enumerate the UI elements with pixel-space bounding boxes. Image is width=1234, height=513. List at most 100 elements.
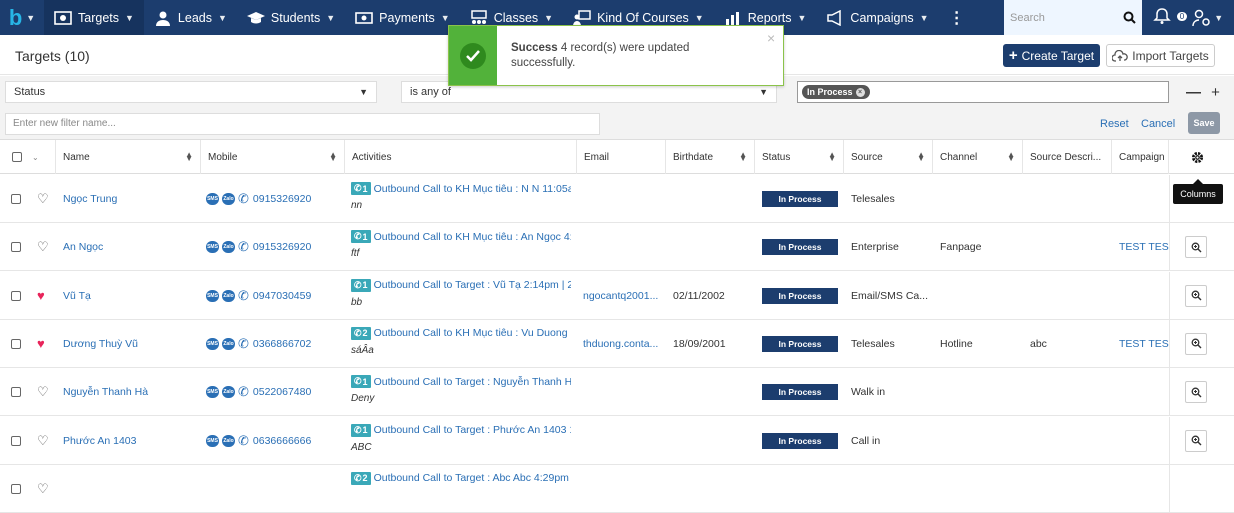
table-row[interactable]: ♥ Dương Thuỳ Vũ SMS Zalo ✆ 0366866702 ✆ 2 Outbou… xyxy=(0,319,1234,368)
email-link[interactable]: ngocantq2001... xyxy=(583,272,658,320)
more-menu-button[interactable]: ⋮ xyxy=(939,0,975,35)
column-header-status[interactable]: Status ▲ ▼ xyxy=(755,140,844,174)
activity-summary[interactable]: ✆ 1 Outbound Call to Target : Phước An 140… xyxy=(351,423,571,437)
nav-students[interactable]: Students ▼ xyxy=(237,0,345,35)
filter-tag[interactable]: In Process × xyxy=(802,85,870,99)
table-row[interactable]: ♡ Nguyễn Thanh Hà SMS Zalo ✆ 0522067480 ✆ 1 Outb… xyxy=(0,368,1234,417)
campaign-link[interactable]: TEST TEST xyxy=(1119,223,1169,271)
columns-settings-button[interactable] xyxy=(1169,140,1226,174)
activity-summary[interactable]: ✆ 2 Outbound Call to KH Mục tiêu : Vu Duon… xyxy=(351,326,571,340)
column-header-source[interactable]: Source ▲ ▼ xyxy=(844,140,933,174)
sms-icon[interactable]: SMS xyxy=(206,434,219,447)
view-details-button[interactable] xyxy=(1185,284,1207,307)
heart-outline-icon[interactable]: ♡ xyxy=(37,239,49,255)
table-row[interactable]: ♡ Ngọc Trung SMS Zalo ✆ 0915326920 ✆ 1 Outbound … xyxy=(0,175,1234,223)
heart-outline-icon[interactable]: ♡ xyxy=(37,481,49,497)
view-details-button[interactable] xyxy=(1185,429,1207,452)
column-header-source-description[interactable]: Source Descri... xyxy=(1023,140,1112,174)
mobile-number-link[interactable]: 0522067480 xyxy=(253,386,311,398)
create-target-button[interactable]: + Create Target xyxy=(1003,44,1100,67)
activity-summary[interactable]: ✆ 1 Outbound Call to KH Mục tiêu : N N 11:… xyxy=(351,182,571,195)
phone-icon[interactable]: ✆ xyxy=(238,384,249,400)
heart-filled-icon[interactable]: ♥ xyxy=(37,336,45,351)
row-checkbox[interactable] xyxy=(11,483,21,494)
cancel-link[interactable]: Cancel xyxy=(1141,118,1175,130)
column-header-channel[interactable]: Channel ▲ ▼ xyxy=(933,140,1023,174)
phone-icon[interactable]: ✆ xyxy=(238,433,249,449)
table-row[interactable]: ♡ Phước An 1403 SMS Zalo ✆ 0636666666 ✆ 1 Outbou… xyxy=(0,416,1234,465)
mobile-number-link[interactable]: 0915326920 xyxy=(253,241,311,253)
heart-outline-icon[interactable]: ♡ xyxy=(37,433,49,449)
chevron-down-icon[interactable]: ⌄ xyxy=(32,153,39,162)
column-header-activities[interactable]: Activities xyxy=(345,140,577,174)
search-input[interactable]: Search xyxy=(1004,0,1142,35)
row-checkbox[interactable] xyxy=(11,242,21,253)
table-row[interactable]: ♡ An Ngọc SMS Zalo ✆ 0915326920 ✆ 1 Outbound Cal… xyxy=(0,223,1234,272)
phone-icon[interactable]: ✆ xyxy=(238,288,249,304)
activity-summary[interactable]: ✆ 2 Outbound Call to Target : Abc Abc 4:29… xyxy=(351,471,571,485)
sms-icon[interactable]: SMS xyxy=(206,337,219,350)
app-logo[interactable]: b ▼ xyxy=(0,0,44,35)
zalo-icon[interactable]: Zalo xyxy=(222,289,235,302)
activity-summary[interactable]: ✆ 1 Outbound Call to KH Mục tiêu : An Ngọc… xyxy=(351,230,571,244)
nav-leads[interactable]: Leads ▼ xyxy=(144,0,237,35)
mobile-number-link[interactable]: 0915326920 xyxy=(253,193,311,205)
import-targets-button[interactable]: Import Targets xyxy=(1106,44,1215,67)
target-name-link[interactable]: Phước An 1403 xyxy=(63,417,136,465)
select-all-checkbox[interactable] xyxy=(12,152,22,162)
heart-filled-icon[interactable]: ♥ xyxy=(37,288,45,303)
zalo-icon[interactable]: Zalo xyxy=(222,241,235,254)
row-checkbox[interactable] xyxy=(11,290,21,301)
column-header-campaign[interactable]: Campaign xyxy=(1112,140,1169,174)
campaign-link[interactable]: TEST TEST xyxy=(1119,320,1169,368)
nav-payments[interactable]: Payments ▼ xyxy=(345,0,460,35)
sms-icon[interactable]: SMS xyxy=(206,386,219,399)
target-name-link[interactable]: Nguyễn Thanh Hà xyxy=(63,368,148,416)
row-checkbox[interactable] xyxy=(11,435,21,446)
view-details-button[interactable] xyxy=(1185,236,1207,259)
row-checkbox[interactable] xyxy=(11,387,21,398)
heart-outline-icon[interactable]: ♡ xyxy=(37,384,49,400)
column-header-birthdate[interactable]: Birthdate ▲ ▼ xyxy=(666,140,755,174)
mobile-number-link[interactable]: 0947030459 xyxy=(253,290,311,302)
remove-tag-icon[interactable]: × xyxy=(855,87,865,97)
add-condition-button[interactable]: + xyxy=(1211,84,1220,101)
nav-campaigns[interactable]: Campaigns ▼ xyxy=(816,0,938,35)
filter-name-input[interactable]: Enter new filter name... xyxy=(5,113,600,135)
activity-summary[interactable]: ✆ 1 Outbound Call to Target : Vũ Tạ 2:14pm… xyxy=(351,278,571,292)
target-name-link[interactable]: Vũ Tạ xyxy=(63,272,91,320)
activity-summary[interactable]: ✆ 1 Outbound Call to Target : Nguyễn Thanh… xyxy=(351,375,571,389)
row-checkbox[interactable] xyxy=(11,194,21,204)
sms-icon[interactable]: SMS xyxy=(206,241,219,254)
phone-icon[interactable]: ✆ xyxy=(238,239,249,255)
heart-outline-icon[interactable]: ♡ xyxy=(37,191,49,207)
remove-condition-button[interactable]: — xyxy=(1186,84,1201,101)
column-header-name[interactable]: Name ▲ ▼ xyxy=(56,140,201,174)
zalo-icon[interactable]: Zalo xyxy=(222,386,235,399)
column-header-mobile[interactable]: Mobile ▲ ▼ xyxy=(201,140,345,174)
nav-targets[interactable]: Targets ▼ xyxy=(44,0,144,35)
zalo-icon[interactable]: Zalo xyxy=(222,434,235,447)
target-name-link[interactable]: Dương Thuỳ Vũ xyxy=(63,320,138,368)
view-details-button[interactable] xyxy=(1185,332,1207,355)
phone-icon[interactable]: ✆ xyxy=(238,336,249,352)
email-link[interactable]: thduong.conta... xyxy=(583,320,658,368)
sms-icon[interactable]: SMS xyxy=(206,289,219,302)
mobile-number-link[interactable]: 0366866702 xyxy=(253,338,311,350)
phone-icon[interactable]: ✆ xyxy=(238,191,249,207)
target-name-link[interactable]: An Ngọc xyxy=(63,223,103,271)
table-row[interactable]: ♥ Vũ Tạ SMS Zalo ✆ 0947030459 ✆ 1 Outbound Call … xyxy=(0,271,1234,320)
user-settings-button[interactable]: ▼ xyxy=(1192,9,1223,27)
sms-icon[interactable]: SMS xyxy=(206,193,219,205)
zalo-icon[interactable]: Zalo xyxy=(222,337,235,350)
close-toast-icon[interactable]: × xyxy=(767,30,775,46)
filter-field-select[interactable]: Status ▼ xyxy=(5,81,377,103)
notification-button[interactable]: 0 xyxy=(1152,7,1189,28)
save-filter-button[interactable]: Save xyxy=(1188,112,1220,134)
filter-value-input[interactable]: In Process × xyxy=(797,81,1169,103)
column-header-email[interactable]: Email xyxy=(577,140,666,174)
mobile-number-link[interactable]: 0636666666 xyxy=(253,435,311,447)
reset-link[interactable]: Reset xyxy=(1100,118,1129,130)
table-row[interactable]: ♡ ✆ 2 Outbound Call to Target : Abc Abc 4:2… xyxy=(0,464,1234,513)
zalo-icon[interactable]: Zalo xyxy=(222,193,235,205)
